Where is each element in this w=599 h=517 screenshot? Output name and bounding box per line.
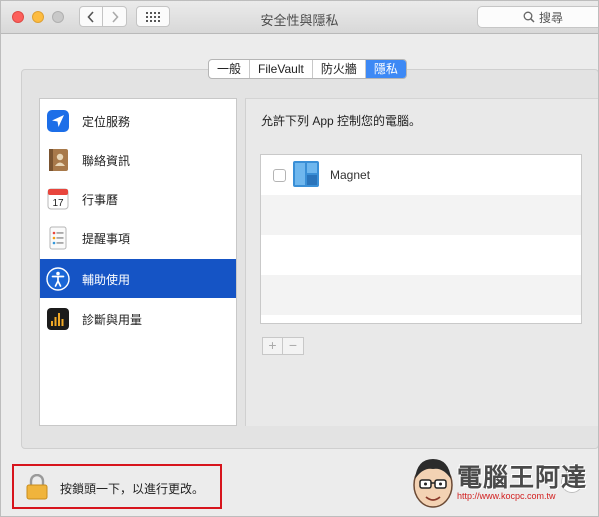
- mascot-face-icon: [413, 459, 453, 508]
- watermark-brand: 電腦王阿達: [457, 464, 588, 492]
- remove-app-button[interactable]: −: [283, 337, 304, 355]
- magnet-app-icon: [293, 161, 319, 187]
- accessibility-icon: [46, 267, 70, 291]
- sidebar-item-label: 提醒事項: [82, 232, 131, 246]
- tab-privacy[interactable]: 隱私: [365, 60, 406, 78]
- close-window-button[interactable]: [12, 11, 24, 23]
- padlock-icon[interactable]: [26, 474, 48, 500]
- allowed-apps-list: Magnet: [260, 154, 582, 324]
- contacts-book-icon: [49, 149, 68, 171]
- back-button[interactable]: [79, 6, 103, 27]
- sidebar-item-label: 定位服務: [82, 115, 131, 129]
- add-app-button[interactable]: +: [262, 337, 283, 355]
- sidebar-item-label: 輔助使用: [82, 273, 131, 287]
- sidebar-item-calendar[interactable]: 17 行事曆: [40, 179, 236, 218]
- chevron-right-icon: [111, 10, 119, 23]
- sidebar-item-reminders[interactable]: 提醒事項: [40, 218, 236, 257]
- reminders-list-icon: [49, 226, 67, 250]
- forward-button[interactable]: [103, 6, 127, 27]
- zoom-window-button[interactable]: [52, 11, 64, 23]
- preferences-window: 安全性與隱私 搜尋 一般 FileVault 防火牆 隱私 定位服務 聯絡資訊 …: [0, 0, 599, 517]
- title-bar: 安全性與隱私 搜尋: [1, 1, 598, 34]
- list-row-empty: [261, 195, 581, 235]
- list-row-empty: [261, 235, 581, 275]
- svg-text:17: 17: [52, 198, 64, 209]
- minimize-window-button[interactable]: [32, 11, 44, 23]
- tab-firewall[interactable]: 防火牆: [313, 60, 366, 78]
- sidebar-item-label: 診斷與用量: [82, 313, 143, 327]
- sidebar-item-label: 聯絡資訊: [82, 154, 131, 168]
- add-remove-controls: + −: [262, 337, 304, 355]
- search-placeholder: 搜尋: [539, 10, 564, 25]
- chevron-left-icon: [87, 10, 94, 23]
- location-arrow-icon: [47, 110, 69, 132]
- tab-bar: 一般 FileVault 防火牆 隱私: [208, 59, 407, 79]
- calendar-icon: 17: [47, 188, 69, 210]
- sidebar-item-contacts[interactable]: 聯絡資訊: [40, 140, 236, 179]
- diagnostics-icon: [47, 308, 69, 330]
- lock-highlight-box: 按鎖頭一下，以進行更改。: [12, 464, 222, 509]
- sidebar-item-location-services[interactable]: 定位服務: [40, 101, 236, 140]
- sidebar-item-label: 行事曆: [82, 193, 119, 207]
- privacy-category-list: 定位服務 聯絡資訊 17 行事曆 提醒事項 輔助使用 診斷與用量: [39, 98, 237, 426]
- lock-instruction-text: 按鎖頭一下，以進行更改。: [60, 482, 205, 496]
- tab-general[interactable]: 一般: [209, 60, 251, 78]
- list-row-empty: [261, 275, 581, 315]
- tab-filevault[interactable]: FileVault: [250, 60, 313, 78]
- magnet-enable-checkbox[interactable]: [273, 169, 286, 182]
- list-item-magnet[interactable]: Magnet: [261, 155, 581, 195]
- search-icon: [523, 11, 535, 23]
- search-field[interactable]: 搜尋: [477, 6, 598, 28]
- watermark: 電腦王阿達 http://www.kocpc.com.tw: [409, 453, 597, 513]
- allow-apps-label: 允許下列 App 控制您的電腦。: [261, 114, 422, 128]
- show-all-button[interactable]: [136, 6, 170, 27]
- grid-icon: [146, 11, 160, 22]
- app-name: Magnet: [330, 168, 371, 182]
- sidebar-item-diagnostics[interactable]: 診斷與用量: [40, 299, 236, 338]
- sidebar-item-accessibility[interactable]: 輔助使用: [40, 259, 236, 298]
- watermark-url: http://www.kocpc.com.tw: [457, 491, 556, 501]
